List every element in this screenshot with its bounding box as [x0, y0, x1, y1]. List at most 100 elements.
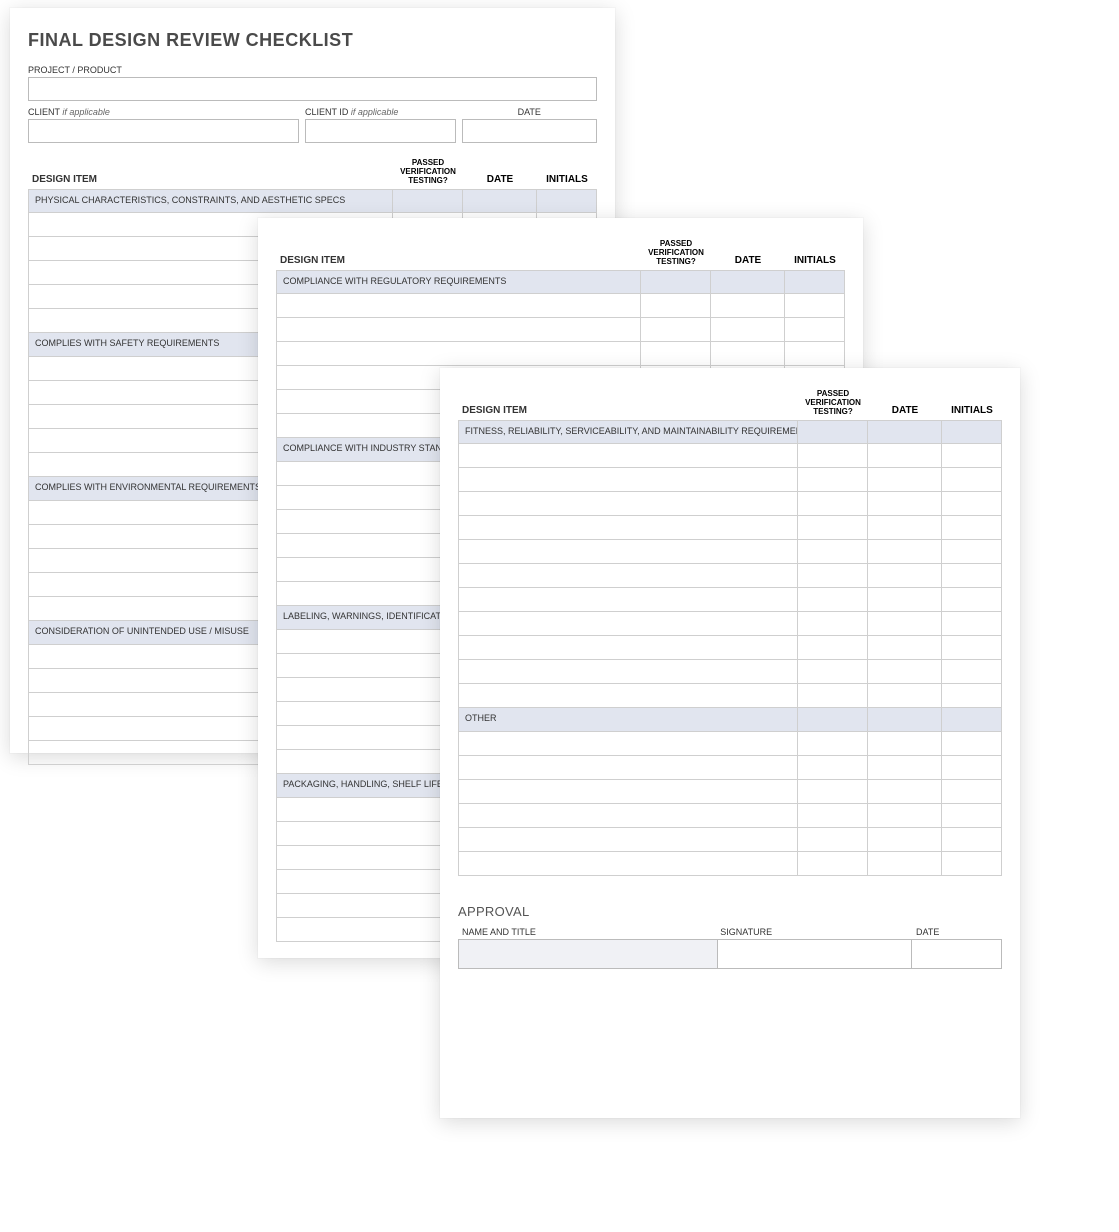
cell-item[interactable]	[458, 444, 798, 468]
cell-passed[interactable]	[798, 780, 868, 804]
cell-date[interactable]	[868, 708, 942, 732]
client-input[interactable]	[28, 119, 299, 143]
cell-passed[interactable]	[798, 564, 868, 588]
client-id-input[interactable]	[305, 119, 456, 143]
cell-date[interactable]	[868, 492, 942, 516]
project-input[interactable]	[28, 77, 597, 101]
cell-item[interactable]	[458, 612, 798, 636]
cell-passed[interactable]	[798, 420, 868, 444]
cell-item[interactable]	[276, 294, 641, 318]
cell-date[interactable]	[868, 564, 942, 588]
cell-date[interactable]	[868, 828, 942, 852]
cell-date[interactable]	[868, 516, 942, 540]
cell-passed[interactable]	[798, 516, 868, 540]
cell-passed[interactable]	[798, 852, 868, 876]
cell-date[interactable]	[463, 189, 537, 213]
cell-passed[interactable]	[798, 732, 868, 756]
cell-date[interactable]	[868, 468, 942, 492]
cell-initials[interactable]	[942, 540, 1002, 564]
cell-passed[interactable]	[798, 804, 868, 828]
cell-item[interactable]	[458, 660, 798, 684]
cell-initials[interactable]	[942, 684, 1002, 708]
cell-initials[interactable]	[942, 612, 1002, 636]
cell-passed[interactable]	[798, 660, 868, 684]
cell-item[interactable]	[458, 732, 798, 756]
cell-passed[interactable]	[641, 270, 711, 294]
cell-initials[interactable]	[942, 444, 1002, 468]
cell-item[interactable]	[458, 804, 798, 828]
cell-initials[interactable]	[942, 588, 1002, 612]
cell-passed[interactable]	[798, 636, 868, 660]
cell-date[interactable]	[868, 444, 942, 468]
cell-passed[interactable]	[798, 444, 868, 468]
cell-passed[interactable]	[393, 189, 463, 213]
cell-date[interactable]	[868, 684, 942, 708]
cell-date[interactable]	[868, 804, 942, 828]
cell-date[interactable]	[868, 852, 942, 876]
cell-passed[interactable]	[798, 588, 868, 612]
cell-initials[interactable]	[942, 564, 1002, 588]
cell-item[interactable]	[458, 468, 798, 492]
cell-initials[interactable]	[942, 516, 1002, 540]
cell-item[interactable]	[458, 540, 798, 564]
cell-initials[interactable]	[537, 189, 597, 213]
cell-date[interactable]	[711, 294, 785, 318]
cell-initials[interactable]	[942, 756, 1002, 780]
cell-passed[interactable]	[798, 540, 868, 564]
cell-passed[interactable]	[798, 612, 868, 636]
cell-item[interactable]	[458, 588, 798, 612]
cell-date[interactable]	[868, 636, 942, 660]
cell-initials[interactable]	[942, 420, 1002, 444]
cell-initials[interactable]	[942, 732, 1002, 756]
cell-passed[interactable]	[798, 828, 868, 852]
cell-item[interactable]	[458, 636, 798, 660]
cell-item[interactable]	[276, 342, 641, 366]
cell-initials[interactable]	[785, 270, 845, 294]
cell-date[interactable]	[868, 540, 942, 564]
cell-item[interactable]	[458, 492, 798, 516]
cell-date[interactable]	[868, 732, 942, 756]
cell-initials[interactable]	[942, 708, 1002, 732]
cell-item[interactable]	[458, 756, 798, 780]
cell-date[interactable]	[711, 318, 785, 342]
cell-initials[interactable]	[942, 780, 1002, 804]
cell-date[interactable]	[868, 420, 942, 444]
cell-item[interactable]	[458, 684, 798, 708]
cell-date[interactable]	[711, 342, 785, 366]
col-passed: PASSED VERIFICATION TESTING?	[393, 159, 463, 189]
cell-initials[interactable]	[785, 318, 845, 342]
cell-item[interactable]	[458, 852, 798, 876]
cell-date[interactable]	[868, 588, 942, 612]
cell-initials[interactable]	[942, 492, 1002, 516]
date-input[interactable]	[462, 119, 597, 143]
cell-initials[interactable]	[785, 342, 845, 366]
approval-name-input[interactable]	[458, 939, 718, 969]
cell-initials[interactable]	[785, 294, 845, 318]
cell-item[interactable]	[276, 318, 641, 342]
cell-date[interactable]	[711, 270, 785, 294]
cell-initials[interactable]	[942, 660, 1002, 684]
cell-date[interactable]	[868, 612, 942, 636]
cell-passed[interactable]	[798, 684, 868, 708]
cell-date[interactable]	[868, 756, 942, 780]
cell-passed[interactable]	[641, 318, 711, 342]
cell-item[interactable]	[458, 780, 798, 804]
cell-passed[interactable]	[641, 294, 711, 318]
cell-date[interactable]	[868, 780, 942, 804]
cell-item[interactable]	[458, 564, 798, 588]
cell-item[interactable]	[458, 516, 798, 540]
cell-initials[interactable]	[942, 828, 1002, 852]
cell-passed[interactable]	[798, 756, 868, 780]
cell-passed[interactable]	[798, 708, 868, 732]
cell-initials[interactable]	[942, 636, 1002, 660]
cell-item[interactable]	[458, 828, 798, 852]
cell-passed[interactable]	[798, 492, 868, 516]
cell-initials[interactable]	[942, 852, 1002, 876]
cell-passed[interactable]	[641, 342, 711, 366]
cell-passed[interactable]	[798, 468, 868, 492]
cell-initials[interactable]	[942, 804, 1002, 828]
approval-date-input[interactable]	[912, 939, 1002, 969]
cell-initials[interactable]	[942, 468, 1002, 492]
cell-date[interactable]	[868, 660, 942, 684]
approval-signature-input[interactable]	[718, 939, 912, 969]
